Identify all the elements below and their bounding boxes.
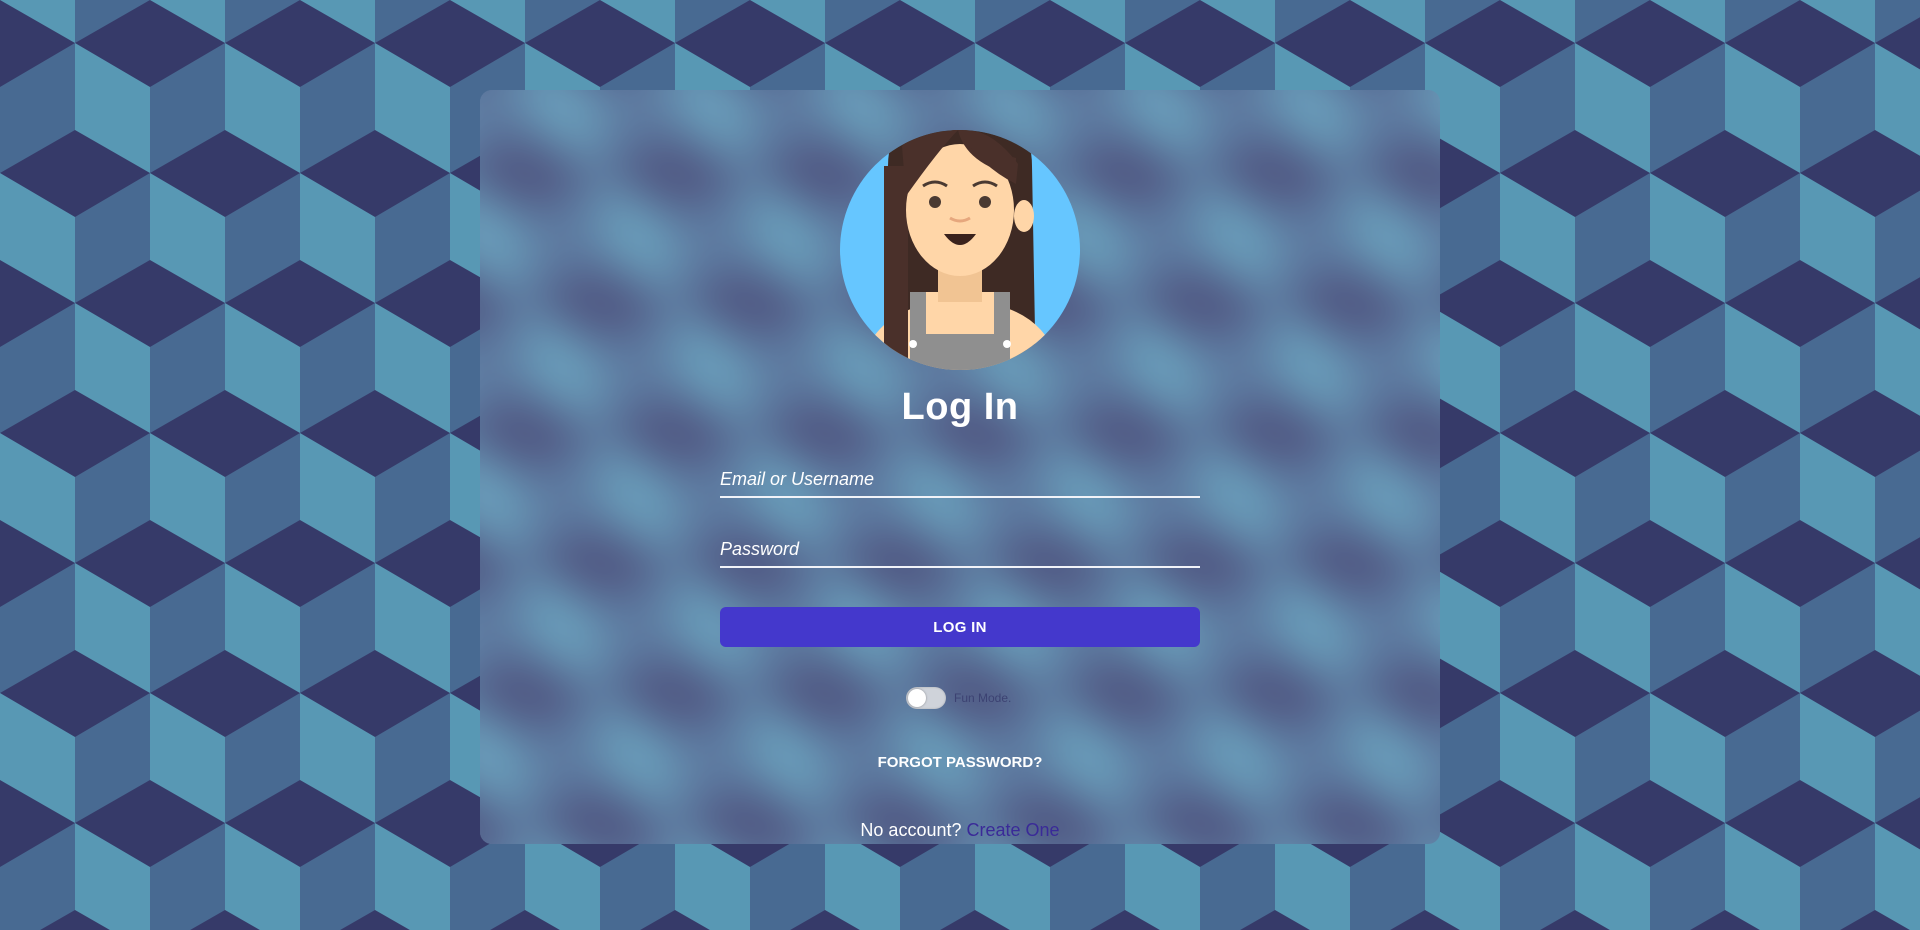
password-field-container bbox=[720, 532, 1200, 568]
user-avatar-woman-icon bbox=[840, 130, 1080, 370]
fun-mode-row: Fun Mode. bbox=[906, 686, 1011, 710]
login-card: Log In LOG IN Fun Mode. FORGOT PASSWORD?… bbox=[480, 90, 1440, 844]
email-field-container bbox=[720, 462, 1200, 498]
password-input[interactable] bbox=[720, 532, 1200, 566]
forgot-password-row: FORGOT PASSWORD? bbox=[480, 754, 1440, 771]
fun-mode-label: Fun Mode. bbox=[954, 691, 1012, 705]
create-account-link[interactable]: Create One bbox=[967, 820, 1060, 840]
page-title: Log In bbox=[901, 386, 1019, 428]
no-account-text: No account? bbox=[860, 820, 962, 840]
signup-prompt: No account? Create One bbox=[480, 820, 1440, 841]
forgot-password-link[interactable]: FORGOT PASSWORD? bbox=[878, 754, 1043, 771]
fun-mode-toggle[interactable] bbox=[906, 687, 946, 709]
login-button[interactable]: LOG IN bbox=[720, 607, 1200, 647]
toggle-knob bbox=[908, 689, 926, 707]
email-input[interactable] bbox=[720, 462, 1200, 496]
